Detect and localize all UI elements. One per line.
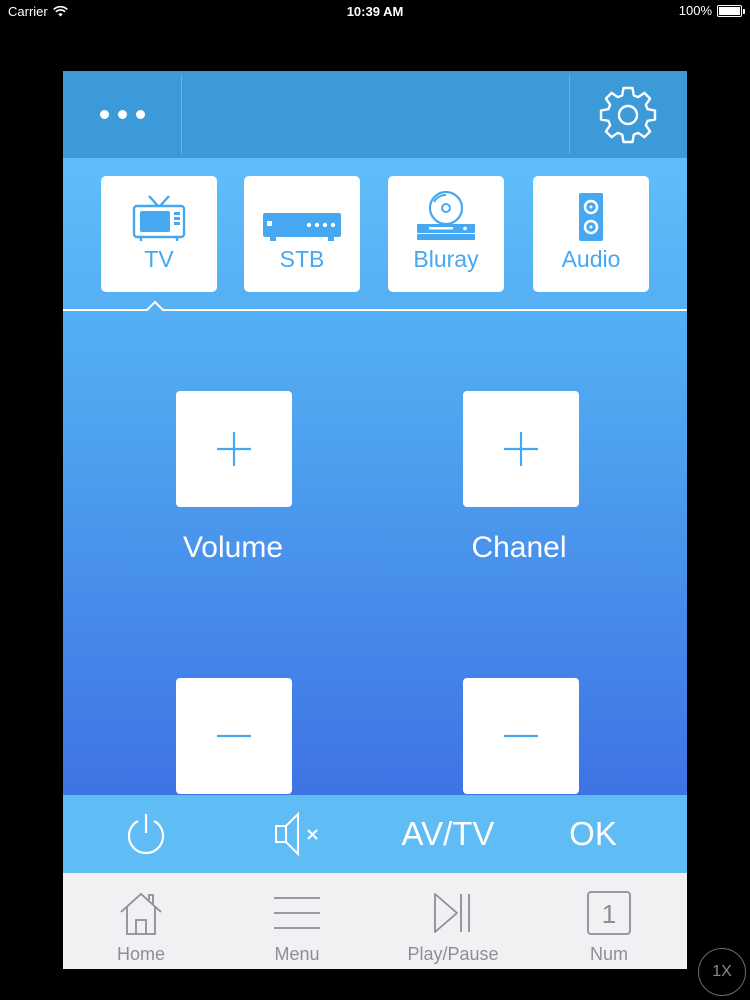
bottom-tab-bar: Home Menu Play/Pause 1 Num <box>63 873 687 969</box>
minus-icon <box>217 734 251 738</box>
device-tab-label: TV <box>144 246 174 272</box>
tab-num[interactable]: 1 Num <box>531 873 687 969</box>
minus-icon <box>504 734 538 738</box>
top-bar-divider <box>181 75 182 154</box>
numpad-glyph: 1 <box>602 899 616 929</box>
top-bar <box>63 71 687 158</box>
tab-selection-indicator <box>63 300 687 311</box>
remote-main-panel: TV STB Bluray Audio Volume Chanel <box>63 158 687 795</box>
battery-indicator: 100% <box>678 3 745 18</box>
channel-down-button[interactable] <box>463 678 579 794</box>
device-tab-bluray[interactable]: Bluray <box>388 176 504 292</box>
action-bar: AV/TV OK <box>63 795 687 873</box>
device-tab-audio[interactable]: Audio <box>533 176 649 292</box>
status-time: 10:39 AM <box>346 4 404 19</box>
tab-label: Menu <box>274 944 320 964</box>
av-tv-button[interactable]: AV/TV <box>388 795 508 873</box>
set-top-box-icon <box>263 213 341 241</box>
tab-label: Home <box>116 944 165 964</box>
zoom-toggle-button[interactable]: 1X <box>698 948 746 996</box>
plus-icon <box>504 432 538 466</box>
device-tab-label: STB <box>279 246 325 272</box>
tv-icon <box>132 195 186 241</box>
play-pause-icon <box>434 893 470 933</box>
device-tab-tv[interactable]: TV <box>101 176 217 292</box>
channel-label: Chanel <box>471 531 567 564</box>
battery-percent: 100% <box>678 3 712 18</box>
menu-lines-icon <box>274 897 320 929</box>
ok-button[interactable]: OK <box>543 795 643 873</box>
tab-menu[interactable]: Menu <box>219 873 375 969</box>
home-icon <box>120 892 162 935</box>
battery-icon <box>717 4 745 17</box>
volume-label: Volume <box>182 531 284 564</box>
mute-button[interactable] <box>251 795 345 873</box>
bluray-player-icon <box>417 190 475 240</box>
speaker-icon <box>579 193 603 241</box>
plus-icon <box>217 432 251 466</box>
mute-icon <box>275 811 318 857</box>
volume-down-button[interactable] <box>176 678 292 794</box>
channel-up-button[interactable] <box>463 391 579 507</box>
tab-label: Num <box>589 944 628 964</box>
power-button[interactable] <box>99 795 193 873</box>
device-tab-label: Audio <box>561 246 621 272</box>
numpad-icon: 1 <box>587 891 631 935</box>
more-dots-icon[interactable] <box>63 71 181 158</box>
tab-play-pause[interactable]: Play/Pause <box>375 873 531 969</box>
device-tab-stb[interactable]: STB <box>244 176 360 292</box>
device-tab-label: Bluray <box>413 246 479 272</box>
gear-icon[interactable] <box>569 71 687 158</box>
tab-home[interactable]: Home <box>63 873 219 969</box>
tab-label: Play/Pause <box>407 944 499 964</box>
status-bar: Carrier 10:39 AM 100% <box>0 0 750 22</box>
volume-up-button[interactable] <box>176 391 292 507</box>
remote-app: TV STB Bluray Audio Volume Chanel AV/TV … <box>63 71 687 969</box>
power-icon <box>127 814 165 855</box>
